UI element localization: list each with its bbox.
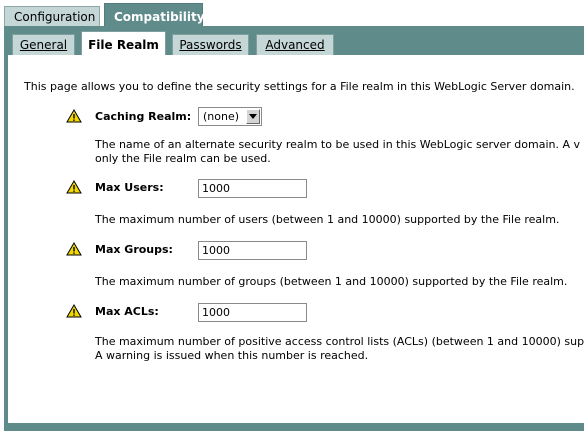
warning-icon [66, 304, 82, 318]
subtab-label: Advanced [265, 38, 325, 52]
help-line: only the File realm can be used. [95, 152, 271, 165]
subtab-file-realm[interactable]: File Realm [81, 31, 166, 55]
max-groups-input[interactable] [198, 241, 307, 260]
max-acls-input[interactable] [198, 303, 307, 322]
subtab-general[interactable]: General [12, 34, 75, 55]
max-acls-label: Max ACLs: [95, 305, 159, 318]
help-line: The name of an alternate security realm … [95, 138, 581, 151]
dropdown-button[interactable] [246, 109, 260, 124]
warning-icon [66, 109, 82, 123]
file-realm-panel: This page allows you to define the secur… [8, 55, 584, 423]
max-users-help: The maximum number of users (between 1 a… [95, 213, 560, 226]
caching-realm-label: Caching Realm: [95, 110, 192, 123]
subtab-label: File Realm [88, 38, 159, 52]
tab-label: Compatibility [114, 10, 205, 24]
frame-border [4, 423, 584, 431]
caching-realm-value: (none) [203, 110, 240, 123]
tab-configuration[interactable]: Configuration [4, 6, 100, 26]
subtab-passwords[interactable]: Passwords [172, 34, 249, 55]
max-users-label: Max Users: [95, 181, 164, 194]
chevron-down-icon [249, 114, 257, 119]
max-groups-help: The maximum number of groups (between 1 … [95, 275, 568, 288]
subtab-label: General [19, 38, 68, 52]
help-line: The maximum number of positive access co… [95, 335, 584, 348]
max-acls-help: The maximum number of positive access co… [95, 335, 584, 363]
max-groups-label: Max Groups: [95, 243, 173, 256]
tab-compatibility[interactable]: Compatibility [104, 3, 205, 26]
tab-label: Configuration [14, 10, 96, 24]
max-users-input[interactable] [198, 179, 307, 198]
intro-text: This page allows you to define the secur… [24, 80, 575, 93]
caching-realm-select[interactable]: (none) [198, 107, 262, 126]
subtab-advanced[interactable]: Advanced [256, 34, 334, 55]
caching-realm-help: The name of an alternate security realm … [95, 138, 580, 166]
help-line: A warning is issued when this number is … [95, 349, 369, 362]
warning-icon [66, 180, 82, 194]
subtab-label: Passwords [179, 38, 242, 52]
warning-icon [66, 242, 82, 256]
